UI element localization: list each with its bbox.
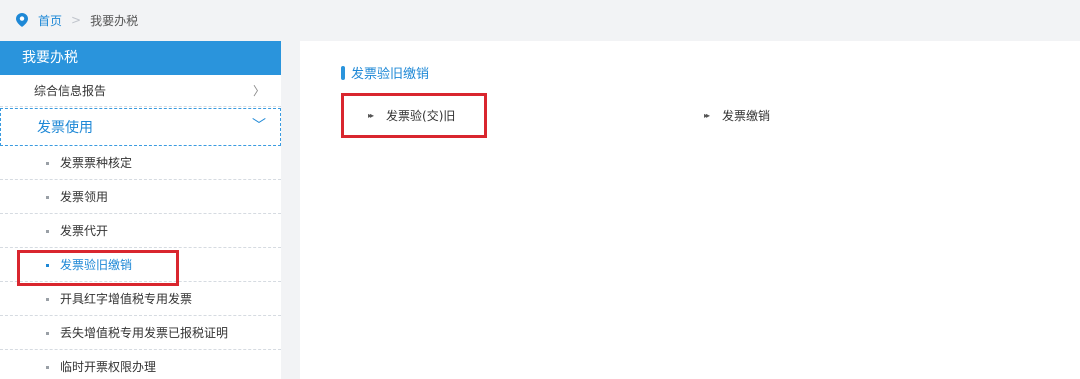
sidebar-subitem-label: 开具红字增值税专用发票 — [60, 292, 193, 306]
sidebar-group-invoice-use[interactable]: 发票使用 ﹀ — [0, 108, 281, 146]
sidebar-subitem-lost-vat-certificate[interactable]: 丢失增值税专用发票已报税证明 — [0, 316, 281, 350]
bullet-icon — [46, 196, 49, 199]
sidebar: 我要办税 综合信息报告 〉 发票使用 ﹀ 发票票种核定 发票领用 发票代开 发票… — [0, 41, 281, 379]
breadcrumb-home-link[interactable]: 首页 — [38, 12, 62, 29]
double-arrow-icon: ▸▸ — [704, 111, 710, 120]
section-title-text: 发票验旧缴销 — [351, 67, 430, 82]
section-title: 发票验旧缴销 — [341, 63, 429, 82]
sidebar-item-label: 综合信息报告 — [34, 84, 107, 98]
sidebar-subitem-label: 发票验旧缴销 — [60, 258, 133, 272]
bullet-icon — [46, 298, 49, 301]
chevron-down-icon: ﹀ — [252, 118, 266, 134]
sidebar-subitem-invoice-proxy-issue[interactable]: 发票代开 — [0, 214, 281, 248]
link-label: 发票缴销 — [722, 109, 771, 123]
invoice-verify-old-link[interactable]: ▸▸ 发票验(交)旧 — [368, 107, 455, 124]
sidebar-subitem-label: 发票票种核定 — [60, 156, 133, 170]
sidebar-subitem-label: 发票代开 — [60, 224, 109, 238]
chevron-right-icon: 〉 — [252, 84, 265, 98]
sidebar-subitem-temp-invoice-permission[interactable]: 临时开票权限办理 — [0, 350, 281, 379]
bullet-icon — [46, 230, 49, 233]
location-pin-icon — [16, 13, 28, 27]
sidebar-subitem-red-vat-invoice[interactable]: 开具红字增值税专用发票 — [0, 282, 281, 316]
bullet-icon — [46, 162, 49, 165]
sidebar-subitem-invoice-collection[interactable]: 发票领用 — [0, 180, 281, 214]
invoice-cancel-link[interactable]: ▸▸ 发票缴销 — [704, 107, 770, 124]
sidebar-group-label: 发票使用 — [37, 120, 93, 136]
sidebar-subitem-invoice-verify-cancel[interactable]: 发票验旧缴销 — [0, 248, 281, 282]
sidebar-subitem-invoice-type-approval[interactable]: 发票票种核定 — [0, 146, 281, 180]
sidebar-item-comprehensive-report[interactable]: 综合信息报告 〉 — [0, 75, 281, 107]
sidebar-subitem-label: 临时开票权限办理 — [60, 360, 157, 374]
bullet-icon — [46, 366, 49, 369]
bullet-icon — [46, 264, 49, 267]
main-panel: 发票验旧缴销 ▸▸ 发票验(交)旧 ▸▸ 发票缴销 — [300, 41, 1080, 379]
breadcrumb-current: 我要办税 — [90, 13, 139, 28]
sidebar-subitem-label: 丢失增值税专用发票已报税证明 — [60, 326, 229, 340]
link-label: 发票验(交)旧 — [386, 109, 456, 123]
breadcrumb: 首页 > 我要办税 — [0, 0, 1080, 40]
section-title-bar — [341, 65, 345, 80]
breadcrumb-separator: > — [71, 13, 82, 27]
sidebar-header: 我要办税 — [0, 41, 281, 75]
bullet-icon — [46, 332, 49, 335]
sidebar-subitem-label: 发票领用 — [60, 190, 109, 204]
double-arrow-icon: ▸▸ — [368, 111, 374, 120]
